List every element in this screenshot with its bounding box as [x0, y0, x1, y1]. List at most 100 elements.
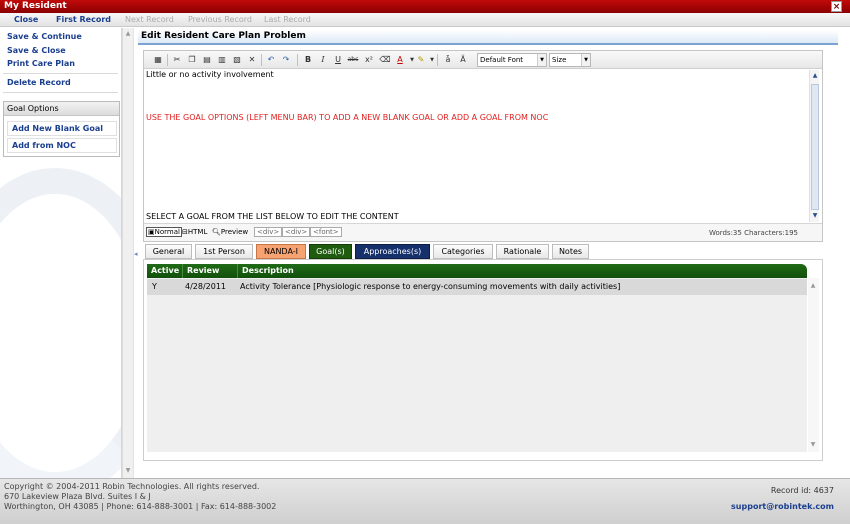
replace-icon[interactable]: Ä	[457, 54, 469, 66]
last-record-button[interactable]: Last Record	[264, 15, 311, 24]
copy-icon[interactable]: ❐	[186, 54, 198, 66]
table-row[interactable]: Y 4/28/2011 Activity Tolerance [Physiolo…	[147, 279, 807, 295]
scroll-up-icon[interactable]: ▲	[123, 29, 133, 39]
toolbar-separator	[167, 54, 168, 66]
tab-categories[interactable]: Categories	[433, 244, 493, 259]
tag-breadcrumb-div[interactable]: <div>	[282, 227, 311, 237]
sidebar-divider	[3, 73, 118, 74]
scroll-down-icon[interactable]: ▼	[810, 211, 820, 221]
html-mode-label: HTML	[187, 228, 208, 236]
add-from-noc-button[interactable]: Add from NOC	[7, 138, 117, 153]
page-footer: Copyright © 2004-2011 Robin Technologies…	[0, 478, 850, 524]
background-swoosh	[0, 168, 121, 478]
column-divider	[237, 264, 238, 278]
column-divider	[182, 264, 183, 278]
html-mode-button[interactable]: ⊟HTML	[182, 228, 207, 236]
save-close-button[interactable]: Save & Close	[7, 46, 66, 55]
paste-text-icon[interactable]: ▥	[216, 54, 228, 66]
font-family-select[interactable]: Default Font ▼	[477, 53, 547, 67]
tab-nanda-i[interactable]: NANDA-I	[256, 244, 306, 259]
tag-breadcrumb-font[interactable]: <font>	[310, 227, 342, 237]
column-header-review[interactable]: Review	[187, 266, 219, 275]
scroll-down-icon[interactable]: ▼	[123, 466, 133, 476]
tab-general[interactable]: General	[145, 244, 192, 259]
tab-notes[interactable]: Notes	[552, 244, 589, 259]
preview-mode-label: Preview	[220, 228, 249, 236]
close-button[interactable]: Close	[14, 15, 38, 24]
editor-scrollbar[interactable]: ▲ ▼	[809, 70, 819, 222]
tab-approaches[interactable]: Approaches(s)	[355, 244, 430, 259]
undo-icon[interactable]: ↶	[265, 54, 277, 66]
cut-icon[interactable]: ✂	[171, 54, 183, 66]
grid-body: Y 4/28/2011 Activity Tolerance [Physiolo…	[147, 278, 807, 452]
editor-line: Little or no activity involvement	[146, 70, 274, 79]
bold-icon[interactable]: B	[302, 54, 314, 66]
print-care-plan-button[interactable]: Print Care Plan	[7, 59, 75, 68]
table-icon[interactable]: ▦	[152, 54, 164, 66]
italic-icon[interactable]: I	[317, 54, 329, 66]
column-header-active[interactable]: Active	[151, 266, 179, 275]
delete-icon[interactable]: ✕	[246, 54, 258, 66]
column-header-description[interactable]: Description	[242, 266, 294, 275]
goals-grid: Active Review Description Y 4/28/2011 Ac…	[143, 259, 823, 461]
toolbar-separator	[297, 54, 298, 66]
scrollbar-thumb[interactable]	[811, 84, 819, 210]
contact-text: Worthington, OH 43085 | Phone: 614-888-3…	[4, 502, 277, 511]
normal-mode-button[interactable]: ▣Normal	[146, 227, 182, 237]
cell-review: 4/28/2011	[185, 282, 227, 291]
paste-word-icon[interactable]: ▧	[231, 54, 243, 66]
record-navbar: Close First Record Next Record Previous …	[0, 13, 850, 27]
first-record-button[interactable]: First Record	[56, 15, 111, 24]
record-id: Record id: 4637	[770, 486, 834, 495]
underline-icon[interactable]: U	[332, 54, 344, 66]
superscript-icon[interactable]: x²	[363, 54, 375, 66]
toolbar-separator	[261, 54, 262, 66]
grid-scrollbar[interactable]: ▲ ▼	[808, 278, 819, 452]
scroll-down-icon[interactable]: ▼	[808, 440, 818, 450]
editor-line: SELECT A GOAL FROM THE LIST BELOW TO EDI…	[146, 212, 399, 221]
tab-rationale[interactable]: Rationale	[496, 244, 549, 259]
save-continue-button[interactable]: Save & Continue	[7, 32, 82, 41]
chevron-down-icon[interactable]: ▼	[581, 54, 590, 66]
support-email-link[interactable]: support@robintek.com	[731, 502, 834, 511]
window-title: My Resident	[4, 1, 67, 11]
word-character-count: Words:35 Characters:195	[708, 229, 798, 237]
cell-active: Y	[152, 282, 157, 291]
panel-splitter[interactable]: ◂	[133, 28, 138, 478]
editor-instruction-line: USE THE GOAL OPTIONS (LEFT MENU BAR) TO …	[146, 113, 549, 122]
collapse-arrow-icon[interactable]: ◂	[134, 250, 138, 258]
preview-mode-button[interactable]: 🔍︎Preview	[212, 228, 248, 236]
left-sidebar: Save & Continue Save & Close Print Care …	[0, 28, 122, 478]
font-size-select[interactable]: Size ▼	[549, 53, 591, 67]
tab-goals[interactable]: Goal(s)	[309, 244, 352, 259]
redo-icon[interactable]: ↷	[280, 54, 292, 66]
add-blank-goal-button[interactable]: Add New Blank Goal	[7, 121, 117, 136]
grid-header: Active Review Description	[147, 264, 807, 278]
window-close-icon[interactable]: ×	[831, 1, 842, 12]
goal-options-panel: Goal Options Add New Blank Goal Add from…	[3, 101, 120, 157]
window-titlebar: My Resident ×	[0, 0, 850, 13]
font-color-icon[interactable]: A	[394, 54, 406, 66]
cell-description: Activity Tolerance [Physiologic response…	[240, 282, 621, 291]
tag-breadcrumb-div[interactable]: <div>	[254, 227, 283, 237]
rich-text-editor: ▦ ✂ ❐ ▤ ▥ ▧ ✕ ↶ ↷ B I U abc x² ⌫ A ▼ ✎ ▼…	[143, 50, 823, 242]
delete-record-button[interactable]: Delete Record	[7, 78, 71, 87]
eraser-icon[interactable]: ⌫	[379, 54, 391, 66]
strikethrough-icon[interactable]: abc	[347, 54, 359, 66]
editor-toolbar: ▦ ✂ ❐ ▤ ▥ ▧ ✕ ↶ ↷ B I U abc x² ⌫ A ▼ ✎ ▼…	[144, 51, 822, 69]
font-size-value: Size	[552, 56, 567, 64]
previous-record-button[interactable]: Previous Record	[188, 15, 252, 24]
toolbar-separator	[437, 54, 438, 66]
scroll-up-icon[interactable]: ▲	[810, 71, 820, 81]
address-text: 670 Lakeview Plaza Blvd. Suites I & J	[4, 492, 151, 501]
paste-icon[interactable]: ▤	[201, 54, 213, 66]
next-record-button[interactable]: Next Record	[125, 15, 174, 24]
scroll-up-icon[interactable]: ▲	[808, 281, 818, 291]
chevron-down-icon[interactable]: ▼	[537, 54, 546, 66]
tab-1st-person[interactable]: 1st Person	[195, 244, 253, 259]
page-title: Edit Resident Care Plan Problem	[138, 30, 838, 45]
font-family-value: Default Font	[480, 56, 524, 64]
find-icon[interactable]: ǡ	[442, 54, 454, 66]
editor-content[interactable]: Little or no activity involvement USE TH…	[146, 70, 807, 222]
sidebar-scrollbar[interactable]: ▲ ▼	[122, 28, 133, 478]
